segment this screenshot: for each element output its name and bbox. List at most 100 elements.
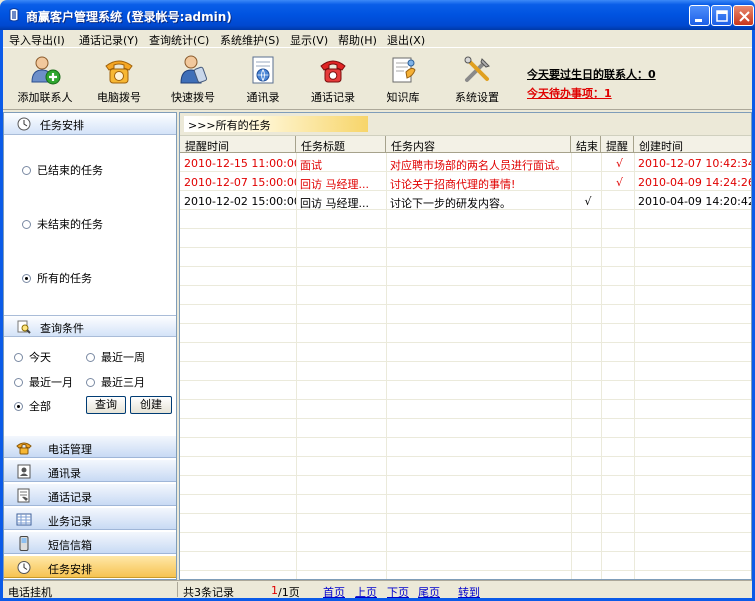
contacts-icon bbox=[17, 464, 31, 479]
next-page-link[interactable]: 下页 bbox=[387, 584, 409, 600]
column-header-remind-time[interactable]: 提醒时间 bbox=[180, 136, 296, 153]
business-icon bbox=[16, 513, 32, 526]
radio-label: 今天 bbox=[29, 351, 51, 364]
nav-task-schedule[interactable]: 任务安排 bbox=[4, 555, 176, 578]
knowledge-icon bbox=[392, 57, 416, 83]
cell-alert: √ bbox=[615, 176, 623, 189]
app-icon bbox=[9, 8, 19, 22]
nav-label: 通话记录 bbox=[48, 491, 92, 504]
cell-created: 2010-04-09 14:20:42 bbox=[638, 195, 751, 208]
last-page-link[interactable]: 尾页 bbox=[418, 584, 440, 600]
quick-dial-label: 快速拨号 bbox=[171, 91, 215, 104]
prev-page-link[interactable]: 上页 bbox=[355, 584, 377, 600]
phone-status: 电话挂机 bbox=[8, 586, 52, 599]
minimize-icon bbox=[695, 19, 702, 22]
radio-dot bbox=[14, 402, 23, 411]
nav-call-log[interactable]: 通话记录 bbox=[4, 483, 176, 506]
cell-remind-time: 2010-12-15 11:00:00 bbox=[184, 157, 296, 170]
computer-dial-button[interactable]: 电脑拨号 bbox=[83, 50, 155, 110]
table-row[interactable]: 2010-12-15 11:00:00 面试 对应聘市场部的两名人员进行面试。 … bbox=[180, 154, 751, 173]
settings-icon bbox=[464, 56, 490, 82]
column-header-created[interactable]: 创建时间 bbox=[634, 136, 751, 153]
radio-dot bbox=[86, 353, 95, 362]
system-settings-button[interactable]: 系统设置 bbox=[441, 50, 513, 110]
nav-label: 短信信箱 bbox=[48, 539, 92, 552]
nav-label: 电话管理 bbox=[48, 443, 92, 456]
radio-label: 最近一月 bbox=[29, 376, 73, 389]
nav-address-book[interactable]: 通讯录 bbox=[4, 459, 176, 482]
query-button[interactable]: 查询 bbox=[86, 396, 126, 414]
maximize-icon bbox=[716, 10, 728, 22]
cell-title: 面试 bbox=[300, 159, 322, 172]
filter-finished-tasks[interactable]: 已结束的任务 bbox=[22, 162, 103, 178]
grid-lines bbox=[180, 153, 751, 579]
menu-view[interactable]: 显示(V) bbox=[290, 32, 328, 48]
maximize-button[interactable] bbox=[711, 5, 732, 26]
cell-alert bbox=[601, 192, 634, 211]
close-button[interactable] bbox=[733, 5, 754, 26]
radio-dot bbox=[22, 166, 31, 175]
add-contact-icon bbox=[31, 56, 61, 85]
column-header-done[interactable]: 结束 bbox=[571, 136, 601, 153]
call-record-button[interactable]: 通话记录 bbox=[297, 50, 369, 110]
column-header-content[interactable]: 任务内容 bbox=[386, 136, 571, 153]
nav-sms-inbox[interactable]: 短信信箱 bbox=[4, 531, 176, 554]
address-book-icon bbox=[252, 56, 274, 84]
menu-help[interactable]: 帮助(H) bbox=[338, 32, 377, 48]
query-last-three-months[interactable]: 最近三月 bbox=[86, 374, 145, 390]
knowledge-base-button[interactable]: 知识库 bbox=[367, 50, 439, 110]
nav-business-records[interactable]: 业务记录 bbox=[4, 507, 176, 530]
cell-created: 2010-12-07 10:42:34 bbox=[638, 157, 751, 170]
create-button[interactable]: 创建 bbox=[130, 396, 172, 414]
minimize-button[interactable] bbox=[689, 5, 710, 26]
task-section-header[interactable]: 任务安排 bbox=[4, 113, 176, 135]
filter-unfinished-tasks[interactable]: 未结束的任务 bbox=[22, 216, 103, 232]
first-page-link[interactable]: 首页 bbox=[323, 584, 345, 600]
title-bar[interactable]: 商赢客户管理系统 (登录帐号:admin) bbox=[0, 0, 755, 30]
cell-done bbox=[571, 154, 601, 173]
goto-page-link[interactable]: 转到 bbox=[458, 584, 480, 600]
menu-import-export[interactable]: 导入导出(I) bbox=[9, 32, 65, 48]
breadcrumb: >>>所有的任务 bbox=[184, 116, 368, 132]
query-section-title: 查询条件 bbox=[40, 322, 84, 335]
cell-title: 回访 马经理... bbox=[300, 178, 369, 191]
task-grid[interactable]: 提醒时间 任务标题 任务内容 结束 提醒 创建时间 2010-12-15 11:… bbox=[180, 135, 751, 579]
record-count: 共3条记录 bbox=[183, 586, 234, 599]
page-total: /1页 bbox=[278, 586, 300, 599]
column-header-title[interactable]: 任务标题 bbox=[296, 136, 386, 153]
call-record-icon bbox=[320, 60, 346, 83]
radio-dot bbox=[22, 274, 31, 283]
query-last-month[interactable]: 最近一月 bbox=[14, 374, 73, 390]
sms-icon bbox=[19, 536, 29, 551]
nav-label: 任务安排 bbox=[48, 563, 92, 576]
add-contact-button[interactable]: 添加联系人 bbox=[9, 50, 81, 110]
cell-done bbox=[571, 173, 601, 192]
menu-system-maintenance[interactable]: 系统维护(S) bbox=[220, 32, 280, 48]
address-book-button[interactable]: 通讯录 bbox=[227, 50, 299, 110]
query-all[interactable]: 全部 bbox=[14, 398, 51, 414]
cell-created: 2010-04-09 14:24:26 bbox=[638, 176, 751, 189]
filter-all-tasks[interactable]: 所有的任务 bbox=[22, 270, 92, 286]
phone-dial-icon bbox=[105, 60, 133, 84]
knowledge-base-label: 知识库 bbox=[386, 91, 420, 104]
query-section-header[interactable]: 查询条件 bbox=[4, 315, 176, 337]
radio-dot bbox=[14, 353, 23, 362]
cell-remind-time: 2010-12-07 15:00:00 bbox=[184, 176, 296, 189]
menu-query-stats[interactable]: 查询统计(C) bbox=[149, 32, 209, 48]
nav-phone-management[interactable]: 电话管理 bbox=[4, 435, 176, 458]
task-list-panel: >>>所有的任务 提醒时间 任务标题 任务内容 结束 提醒 创建时间 2010-… bbox=[179, 112, 752, 580]
birthday-notice-link[interactable]: 今天要过生日的联系人：0 bbox=[527, 66, 656, 82]
table-row[interactable]: 2010-12-02 15:00:00 回访 马经理... 讨论下一步的研发内容… bbox=[180, 192, 751, 211]
task-icon bbox=[17, 117, 31, 131]
menu-exit[interactable]: 退出(X) bbox=[387, 32, 425, 48]
radio-dot bbox=[14, 378, 23, 387]
menu-call-records[interactable]: 通话记录(Y) bbox=[79, 32, 138, 48]
column-header-alert[interactable]: 提醒 bbox=[601, 136, 634, 153]
query-last-week[interactable]: 最近一周 bbox=[86, 349, 145, 365]
table-row[interactable]: 2010-12-07 15:00:00 回访 马经理... 讨论关于招商代理的事… bbox=[180, 173, 751, 192]
radio-label: 最近一周 bbox=[101, 351, 145, 364]
todo-notice-link[interactable]: 今天待办事项：1 bbox=[527, 85, 612, 101]
add-contact-label: 添加联系人 bbox=[17, 91, 73, 104]
query-today[interactable]: 今天 bbox=[14, 349, 51, 365]
quick-dial-button[interactable]: 快速拨号 bbox=[157, 50, 229, 110]
